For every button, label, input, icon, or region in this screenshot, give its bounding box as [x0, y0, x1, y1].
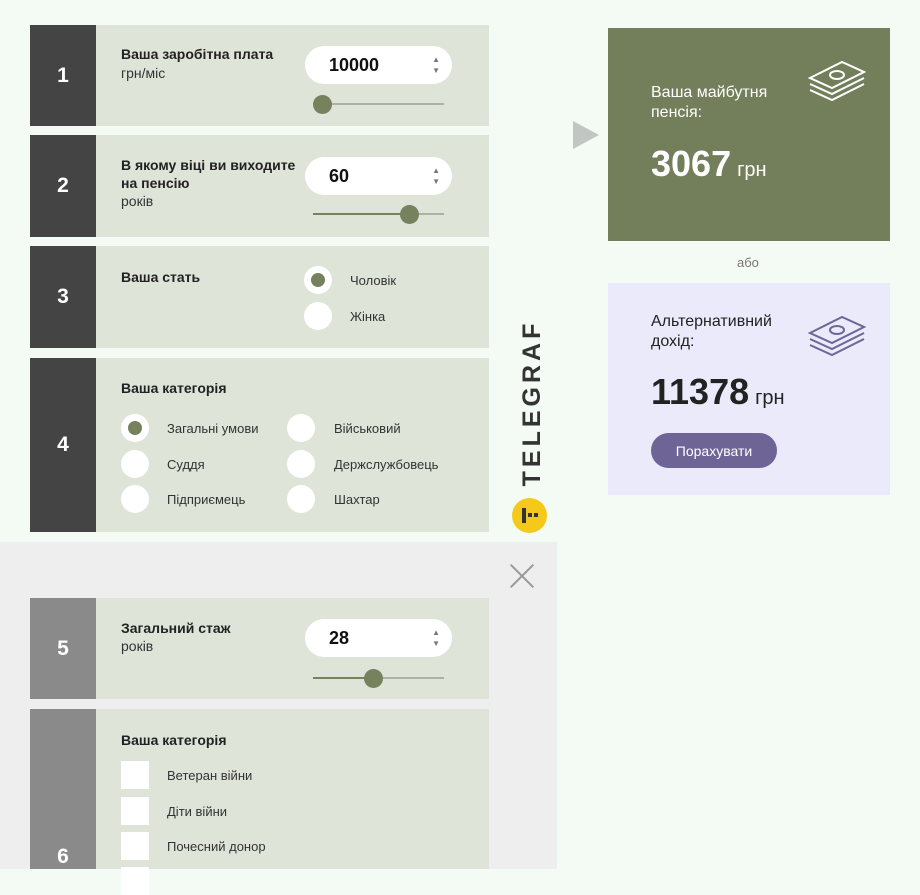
category-radio-judge[interactable]	[121, 450, 149, 478]
pension-result-panel: Ваша майбутня пенсія: 3067 грн	[608, 28, 890, 241]
radio-selected-dot	[311, 273, 325, 287]
increment-icon[interactable]: ▲	[432, 165, 440, 176]
alternative-amount-value: 11378	[651, 371, 750, 412]
gender-label-male: Чоловік	[350, 273, 397, 288]
slider-thumb[interactable]	[313, 95, 333, 114]
decrement-icon[interactable]: ▼	[432, 176, 440, 187]
category-label-judge: Суддя	[167, 457, 205, 472]
step-number: 3	[30, 246, 96, 348]
decrement-icon[interactable]: ▼	[432, 65, 440, 76]
experience-card: 5 Загальний стаж років 28 ▲ ▼	[30, 598, 489, 699]
retirement-age-title: В якому віці ви виходите на пенсію	[121, 157, 296, 191]
category-label-entrepreneur: Підприємець	[167, 492, 246, 507]
pension-result-amount: 3067 грн	[651, 143, 767, 185]
step-number: 1	[30, 25, 96, 126]
result-arrow-icon	[573, 121, 599, 149]
slider-thumb[interactable]	[364, 669, 384, 688]
slider-thumb[interactable]	[399, 205, 419, 224]
salary-card: 1 Ваша заробітна плата грн/міс 10000 ▲ ▼	[30, 25, 489, 126]
salary-value[interactable]: 10000	[329, 55, 379, 76]
pension-amount-unit: грн	[737, 159, 767, 181]
pension-result-label: Ваша майбутня пенсія:	[651, 84, 768, 121]
brand-name: TELEGRAF	[518, 319, 546, 487]
category-label-civil-servant: Держслужбовець	[334, 457, 439, 472]
experience-slider[interactable]	[313, 669, 444, 688]
step-number: 6	[30, 709, 96, 869]
step-number: 2	[30, 135, 96, 237]
step-number: 5	[30, 598, 96, 699]
gender-radio-female[interactable]	[304, 302, 332, 330]
increment-icon[interactable]: ▲	[432, 627, 440, 638]
decrement-icon[interactable]: ▼	[432, 638, 440, 649]
checkbox-war-children[interactable]	[121, 797, 149, 825]
experience-unit: років	[121, 638, 154, 654]
category-radio-general[interactable]	[121, 414, 149, 442]
slider-fill	[313, 213, 409, 215]
checkbox-war-veteran[interactable]	[121, 761, 149, 789]
stepper-arrows[interactable]: ▲ ▼	[432, 627, 440, 649]
alternative-result-amount: 11378 грн	[651, 371, 785, 413]
increment-icon[interactable]: ▲	[432, 54, 440, 65]
experience-value[interactable]: 28	[329, 628, 349, 649]
category-label-military: Військовий	[334, 421, 401, 436]
money-stack-icon	[808, 315, 866, 357]
brand-logo-icon	[512, 498, 547, 533]
retirement-age-value[interactable]: 60	[329, 166, 349, 187]
or-separator: або	[737, 255, 759, 270]
stepper-arrows[interactable]: ▲ ▼	[432, 54, 440, 76]
retirement-age-unit: років	[121, 193, 154, 209]
pension-amount-value: 3067	[651, 143, 732, 184]
alternative-amount-unit: грн	[755, 387, 785, 409]
category-radio-military[interactable]	[287, 414, 315, 442]
salary-slider[interactable]	[313, 95, 444, 114]
gender-radio-male[interactable]	[304, 266, 332, 294]
retirement-age-card: 2 В якому віці ви виходите на пенсію рок…	[30, 135, 489, 237]
checkbox-next[interactable]	[121, 867, 149, 895]
alternative-result-label: Альтернативний дохід:	[651, 313, 772, 350]
category-label-general: Загальні умови	[167, 421, 259, 436]
retirement-age-slider[interactable]	[313, 205, 444, 224]
category-radio-entrepreneur[interactable]	[121, 485, 149, 513]
money-stack-icon	[808, 60, 866, 102]
benefit-category-card: 6 Ваша категорія Ветеран війни Діти війн…	[30, 709, 489, 895]
brand-wordmark: TELEGRAF	[515, 314, 549, 492]
experience-title: Загальний стаж	[121, 620, 231, 636]
label-war-children: Діти війни	[167, 804, 228, 819]
gender-label-female: Жінка	[350, 309, 386, 324]
category-radio-miner[interactable]	[287, 485, 315, 513]
salary-title: Ваша заробітна плата	[121, 46, 274, 62]
retirement-age-stepper[interactable]: 60 ▲ ▼	[305, 157, 452, 195]
calculate-button[interactable]: Порахувати	[651, 433, 777, 468]
gender-card: 3 Ваша стать Чоловік Жінка	[30, 246, 489, 348]
step-number-text: 6	[57, 845, 69, 868]
gender-title: Ваша стать	[121, 269, 201, 285]
slider-rail	[313, 103, 444, 105]
step-number: 4	[30, 358, 96, 532]
radio-selected-dot	[128, 421, 142, 435]
label-war-veteran: Ветеран війни	[167, 768, 253, 783]
category-card: 4 Ваша категорія Загальні умови Суддя Пі…	[30, 358, 489, 532]
close-icon[interactable]	[508, 562, 536, 590]
salary-stepper[interactable]: 10000 ▲ ▼	[305, 46, 452, 84]
benefit-category-title: Ваша категорія	[121, 732, 227, 748]
category-label-miner: Шахтар	[334, 492, 380, 507]
category-title: Ваша категорія	[121, 380, 227, 396]
label-honorary-donor: Почесний донор	[167, 839, 266, 854]
experience-stepper[interactable]: 28 ▲ ▼	[305, 619, 452, 657]
stepper-arrows[interactable]: ▲ ▼	[432, 165, 440, 187]
category-radio-civil-servant[interactable]	[287, 450, 315, 478]
checkbox-honorary-donor[interactable]	[121, 832, 149, 860]
salary-unit: грн/міс	[121, 65, 166, 81]
